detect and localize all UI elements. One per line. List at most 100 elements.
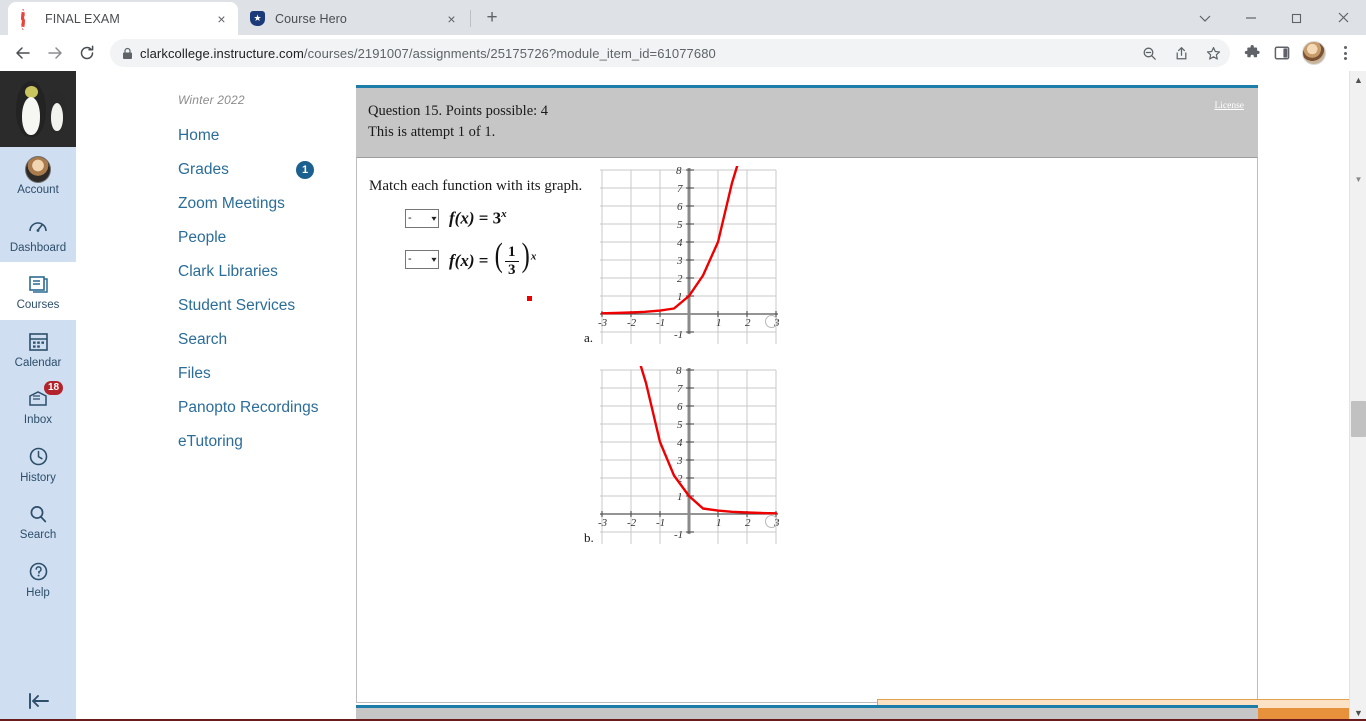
global-nav-label: Help bbox=[26, 586, 50, 599]
course-nav-label: eTutoring bbox=[178, 433, 243, 450]
svg-text:5: 5 bbox=[677, 419, 683, 431]
exponent-value: x bbox=[501, 208, 507, 220]
extensions-puzzle-icon[interactable] bbox=[1238, 39, 1266, 67]
svg-text:1: 1 bbox=[716, 517, 722, 529]
red-marker-dot bbox=[527, 296, 532, 301]
course-nav-item-grades[interactable]: Grades 1 bbox=[76, 153, 348, 187]
left-paren: ( bbox=[494, 236, 503, 274]
equals-sign: = bbox=[478, 250, 489, 270]
three-dot-menu-icon[interactable] bbox=[1332, 39, 1358, 67]
course-nav-item-home[interactable]: Home bbox=[76, 119, 348, 153]
course-nav-label: Student Services bbox=[178, 297, 296, 314]
global-nav-item-courses[interactable]: Courses bbox=[0, 262, 76, 320]
browser-toolbar: clarkcollege.instructure.com/courses/219… bbox=[0, 35, 1366, 71]
minimize-icon[interactable] bbox=[1228, 0, 1274, 35]
inbox-unread-badge: 18 bbox=[44, 381, 64, 395]
question-card: Match each function with its graph. - ▾ … bbox=[356, 157, 1366, 721]
course-nav-item-files[interactable]: Files bbox=[76, 357, 348, 391]
magnifier-icon bbox=[25, 501, 51, 527]
svg-text:5: 5 bbox=[677, 219, 683, 231]
graph-b-label: b. bbox=[584, 530, 594, 545]
svg-text:2: 2 bbox=[677, 273, 683, 285]
match-select-1[interactable]: - ▾ bbox=[405, 208, 439, 228]
penguins-banner-image bbox=[0, 71, 76, 147]
course-nav-item-panopto-recordings[interactable]: Panopto Recordings bbox=[76, 391, 348, 425]
course-hero-shield-icon: ★ bbox=[250, 10, 266, 27]
attempt-line: This is attempt 1 of 1. bbox=[368, 124, 496, 140]
global-nav-item-history[interactable]: History bbox=[0, 434, 76, 492]
course-nav: Winter 2022 Home Grades 1 Zoom Meetings … bbox=[76, 71, 348, 721]
zoom-out-icon[interactable] bbox=[1136, 40, 1162, 66]
profile-avatar[interactable] bbox=[1302, 41, 1326, 65]
graph-option-a: a. -3 -2 -1 1 2 3 8 7 6 5 4 3 2 1 -1 bbox=[582, 166, 782, 356]
svg-text:-2: -2 bbox=[627, 317, 637, 329]
course-nav-item-etutoring[interactable]: eTutoring bbox=[76, 425, 348, 459]
global-nav-item-inbox[interactable]: 18 Inbox bbox=[0, 377, 76, 435]
course-nav-item-clark-libraries[interactable]: Clark Libraries bbox=[76, 255, 348, 289]
url-text: clarkcollege.instructure.com/courses/219… bbox=[140, 45, 716, 61]
course-nav-item-search[interactable]: Search bbox=[76, 323, 348, 357]
svg-text:7: 7 bbox=[677, 383, 683, 395]
assignment-content: Question 15. Points possible: 4 This is … bbox=[348, 71, 1366, 721]
tab-close-icon[interactable]: × bbox=[443, 10, 460, 27]
course-nav-label: Clark Libraries bbox=[178, 263, 278, 280]
global-nav-item-calendar[interactable]: Calendar bbox=[0, 319, 76, 377]
course-nav-item-student-services[interactable]: Student Services bbox=[76, 289, 348, 323]
global-nav-item-dashboard[interactable]: Dashboard bbox=[0, 204, 76, 262]
page-viewport: Account Dashboard Courses Calendar 18 In… bbox=[0, 71, 1366, 721]
svg-text:1: 1 bbox=[716, 317, 722, 329]
svg-text:7: 7 bbox=[677, 183, 683, 195]
window-controls bbox=[1182, 0, 1366, 35]
global-nav-label: Dashboard bbox=[9, 241, 67, 254]
page-scrollbar[interactable]: ▲ ▼ ▼ bbox=[1349, 71, 1366, 721]
side-panel-icon[interactable] bbox=[1268, 39, 1296, 67]
function-expression-1: f(x) = 3x bbox=[449, 208, 507, 229]
scroll-up-arrow-icon[interactable]: ▲ bbox=[1350, 71, 1366, 88]
course-nav-item-people[interactable]: People bbox=[76, 221, 348, 255]
global-nav-item-account[interactable]: Account bbox=[0, 147, 76, 205]
course-nav-label: Grades bbox=[178, 161, 229, 178]
lock-icon bbox=[122, 47, 134, 59]
course-nav-label: Zoom Meetings bbox=[178, 195, 285, 212]
global-nav-label: History bbox=[20, 471, 56, 484]
chevron-down-icon: ▾ bbox=[431, 255, 437, 265]
svg-text:4: 4 bbox=[677, 237, 683, 249]
function-expression-2: f(x) = (1 3) x bbox=[449, 236, 536, 279]
svg-text:-3: -3 bbox=[598, 517, 608, 529]
scrollbar-thumb[interactable] bbox=[1351, 401, 1366, 437]
question-header: Question 15. Points possible: 4 This is … bbox=[356, 85, 1258, 157]
close-icon[interactable] bbox=[1320, 0, 1366, 35]
tab-final-exam[interactable]: FINAL EXAM × bbox=[8, 2, 238, 35]
course-nav-item-zoom-meetings[interactable]: Zoom Meetings bbox=[76, 187, 348, 221]
global-nav-item-search[interactable]: Search bbox=[0, 492, 76, 550]
maximize-icon[interactable] bbox=[1274, 0, 1320, 35]
courses-icon bbox=[25, 271, 51, 297]
denominator: 3 bbox=[505, 261, 519, 279]
svg-text:4: 4 bbox=[677, 437, 683, 449]
license-link[interactable]: License bbox=[1214, 101, 1244, 111]
right-paren: ) bbox=[521, 236, 530, 274]
reload-button[interactable] bbox=[72, 38, 102, 68]
graph-option-b: b. -3 -2 -1 1 2 3 8 7 6 5 4 3 2 1 -1 bbox=[582, 366, 782, 556]
browser-window: FINAL EXAM × ★ Course Hero × + clarkcoll… bbox=[0, 0, 1366, 721]
course-nav-label: Home bbox=[178, 127, 220, 144]
tab-close-icon[interactable]: × bbox=[213, 10, 230, 27]
match-item-2: - ▾ f(x) = (1 3) x bbox=[405, 236, 536, 279]
loading-spinner-icon bbox=[20, 8, 36, 30]
back-button[interactable] bbox=[8, 38, 38, 68]
star-icon[interactable] bbox=[1200, 40, 1226, 66]
share-icon[interactable] bbox=[1168, 40, 1194, 66]
forward-button[interactable] bbox=[40, 38, 70, 68]
course-nav-label: Files bbox=[178, 365, 211, 382]
new-tab-button[interactable]: + bbox=[478, 4, 506, 32]
collapse-arrow-icon[interactable] bbox=[0, 691, 76, 711]
tab-search-chevron-icon[interactable] bbox=[1182, 0, 1228, 35]
fn-name: f(x) bbox=[449, 208, 475, 228]
match-select-2[interactable]: - ▾ bbox=[405, 250, 439, 270]
match-item-1: - ▾ f(x) = 3x bbox=[405, 208, 536, 229]
function-list: - ▾ f(x) = 3x - ▾ f(x) = (1 3) x bbox=[405, 208, 536, 301]
global-nav-item-help[interactable]: Help bbox=[0, 549, 76, 607]
address-bar[interactable]: clarkcollege.instructure.com/courses/219… bbox=[110, 39, 1230, 67]
tab-course-hero[interactable]: ★ Course Hero × bbox=[238, 2, 468, 35]
svg-text:-1: -1 bbox=[656, 517, 665, 529]
